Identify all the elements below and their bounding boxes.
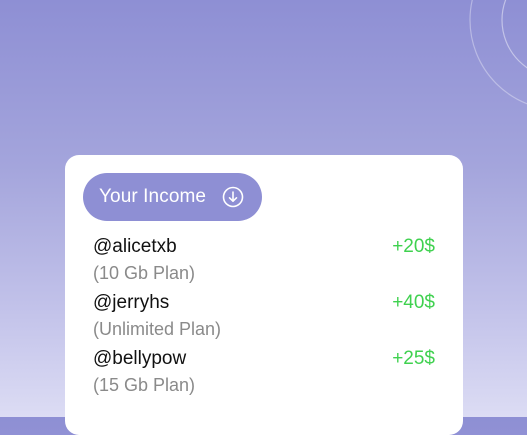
- transaction-list: @alicetxb (10 Gb Plan) +20$ @jerryhs (Un…: [93, 235, 435, 403]
- plan-name: (Unlimited Plan): [93, 319, 222, 339]
- income-amount: +20$: [392, 236, 435, 257]
- your-income-label: Your Income: [99, 186, 207, 207]
- transaction-row: @alicetxb (10 Gb Plan) +20$: [93, 235, 435, 291]
- user-handle: @jerryhs: [93, 292, 170, 313]
- transaction-row: @jerryhs (Unlimited Plan) +40$: [93, 291, 435, 347]
- user-handle: @alicetxb: [93, 236, 177, 257]
- income-amount: +25$: [392, 348, 435, 369]
- plan-name: (15 Gb Plan): [93, 375, 196, 395]
- income-card: Your Income @alicetxb (10 Gb Plan) +20$ …: [65, 155, 463, 435]
- arrow-down-circle-icon: [222, 186, 244, 208]
- transaction-row: @bellypow (15 Gb Plan) +25$: [93, 347, 435, 403]
- user-handle: @bellypow: [93, 348, 187, 369]
- plan-name: (10 Gb Plan): [93, 263, 196, 283]
- your-income-button[interactable]: Your Income: [83, 173, 262, 221]
- income-amount: +40$: [392, 292, 435, 313]
